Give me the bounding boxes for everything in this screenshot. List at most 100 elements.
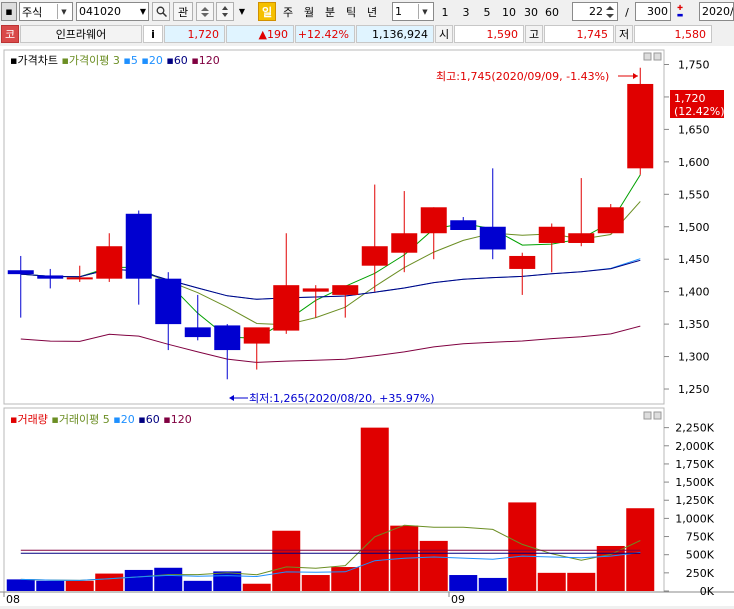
tab-period-day[interactable]: 일 — [258, 2, 276, 21]
interval-5-button[interactable]: 5 — [480, 3, 494, 21]
price-change: ▲190 — [226, 25, 294, 43]
interval-select[interactable]: 1 ▼ — [392, 2, 434, 21]
interval-30-button[interactable]: 30 — [522, 3, 540, 21]
scroll-updown-button[interactable] — [196, 2, 214, 21]
stock-code-input[interactable]: 041020 ▼ — [76, 2, 149, 21]
search-button[interactable] — [152, 2, 170, 21]
quote-info-bar: 코 인프라웨어 i 1,720 ▲190 +12.42% 1,136,924 시… — [0, 24, 734, 44]
volume-axis-label: 2,250K — [675, 422, 714, 435]
stock-chart[interactable]: ▪가격차트 ▪가격이평 3 ▪5 ▪20 ▪60 ▪120 ▪거래량 ▪거래이평… — [0, 46, 734, 606]
price-axis-label: 1,600 — [678, 156, 710, 169]
tab-period-month[interactable]: 월 — [301, 3, 317, 21]
candle-body — [125, 213, 152, 279]
candle-body — [420, 207, 447, 234]
candle-body — [450, 220, 477, 230]
volume-bar — [6, 579, 35, 591]
total-count-input[interactable]: 300 — [635, 2, 671, 21]
interval-10-button[interactable]: 10 — [500, 3, 518, 21]
watchlist-button[interactable]: 관 — [173, 2, 193, 21]
last-price-tag-value: 1,720 — [674, 92, 706, 105]
date-value: 2020/0 — [702, 5, 734, 18]
chart-area[interactable]: ▪가격차트 ▪가격이평 3 ▪5 ▪20 ▪60 ▪120 ▪거래량 ▪거래이평… — [0, 46, 734, 606]
volume-axis-label: 1,000K — [675, 512, 714, 525]
volume-bar — [331, 567, 360, 591]
stepper-icon — [222, 6, 228, 17]
candle-body — [479, 226, 506, 250]
tab-period-year[interactable]: 년 — [364, 3, 380, 21]
toolbar: ▪ 주식 ▼ 041020 ▼ 관 ▼ 일 주 월 분 틱 년 1 ▼ 1 3 … — [0, 0, 734, 24]
volume-axis-label: 500K — [686, 549, 715, 562]
volume-panel-title: ▪거래량 ▪거래이평 5 ▪20 ▪60 ▪120 — [10, 413, 192, 426]
interval-60-button[interactable]: 60 — [543, 3, 561, 21]
volume-bar — [626, 508, 655, 591]
candle-body — [538, 226, 565, 243]
panel-close-icon[interactable] — [653, 52, 662, 61]
volume-bar — [242, 583, 271, 591]
price-axis-label: 1,450 — [678, 253, 710, 266]
volume-bar — [301, 575, 330, 591]
volume-bar — [65, 580, 94, 591]
tab-period-week[interactable]: 주 — [280, 3, 296, 21]
count-stepper[interactable]: 22 — [572, 2, 618, 21]
candle-body — [243, 327, 270, 344]
volume-bar — [124, 569, 153, 591]
volume-bar — [154, 567, 183, 591]
panel-maximize-icon[interactable] — [643, 52, 652, 61]
menu-grid-icon[interactable]: ▪ — [1, 2, 17, 21]
stepper-icon — [606, 5, 614, 18]
panel-maximize-icon[interactable] — [643, 411, 652, 420]
volume-bar — [213, 571, 242, 591]
x-axis-label: 08 — [6, 593, 20, 606]
chevron-down-icon[interactable]: ▼ — [237, 2, 247, 21]
volume-value: 1,136,924 — [356, 25, 434, 43]
price-axis-label: 1,650 — [678, 123, 710, 136]
stepper-button[interactable] — [216, 2, 234, 21]
market-type-value: 주식 — [22, 5, 43, 19]
candle-body — [332, 285, 359, 295]
price-panel-title: ▪가격차트 ▪가격이평 3 ▪5 ▪20 ▪60 ▪120 — [10, 54, 220, 67]
price-axis-label: 1,550 — [678, 188, 710, 201]
interval-3-button[interactable]: 3 — [459, 3, 473, 21]
open-label: 시 — [435, 25, 453, 43]
volume-bar — [508, 502, 537, 591]
interval-1-button[interactable]: 1 — [438, 3, 452, 21]
volume-bar — [95, 573, 124, 591]
low-annotation: 최저:1,265(2020/08/20, +35.97%) — [249, 392, 435, 405]
price-axis-label: 1,300 — [678, 351, 710, 364]
volume-y-axis: 2,250K 2,000K 1,750K 1,500K 1,250K 1,000K 750K… — [664, 422, 715, 598]
count-separator: / — [625, 5, 629, 19]
volume-axis-label: 750K — [686, 531, 715, 544]
price-axis-label: 1,250 — [678, 383, 710, 396]
volume-bar — [537, 572, 566, 591]
panel-close-icon[interactable] — [653, 411, 662, 420]
stock-code-value: 041020 — [79, 5, 121, 18]
volume-axis-label: 0K — [700, 585, 715, 598]
volume-bar — [272, 530, 301, 591]
info-icon[interactable]: i — [143, 25, 163, 43]
candle-body — [627, 83, 654, 169]
tab-period-tick[interactable]: 틱 — [343, 3, 359, 21]
count-value: 22 — [589, 5, 603, 18]
open-value: 1,590 — [454, 25, 524, 43]
volume-bar — [478, 577, 507, 591]
search-icon — [156, 6, 167, 17]
low-label: 저 — [615, 25, 633, 43]
tab-period-minute[interactable]: 분 — [322, 3, 338, 21]
candle-body — [214, 325, 241, 351]
last-price-tag-pct: (12.42%) — [674, 105, 725, 118]
high-annotation: 최고:1,745(2020/09/09, -1.43%) — [436, 70, 609, 83]
refresh-toggle-icon[interactable]: ✚ ▬ — [673, 3, 687, 21]
date-input[interactable]: 2020/0 — [699, 2, 734, 21]
market-type-select[interactable]: 주식 ▼ — [19, 2, 73, 21]
candle-body — [361, 246, 388, 266]
price-axis-label: 1,750 — [678, 58, 710, 71]
volume-panel-frame — [3, 407, 665, 593]
volume-bar — [567, 572, 596, 591]
candle-body — [155, 278, 182, 325]
market-badge: 코 — [1, 25, 19, 43]
candle-body — [96, 246, 123, 279]
candle-body — [391, 233, 418, 253]
stock-name: 인프라웨어 — [20, 25, 142, 43]
price-axis-label: 1,350 — [678, 318, 710, 331]
candle-body — [302, 288, 329, 292]
